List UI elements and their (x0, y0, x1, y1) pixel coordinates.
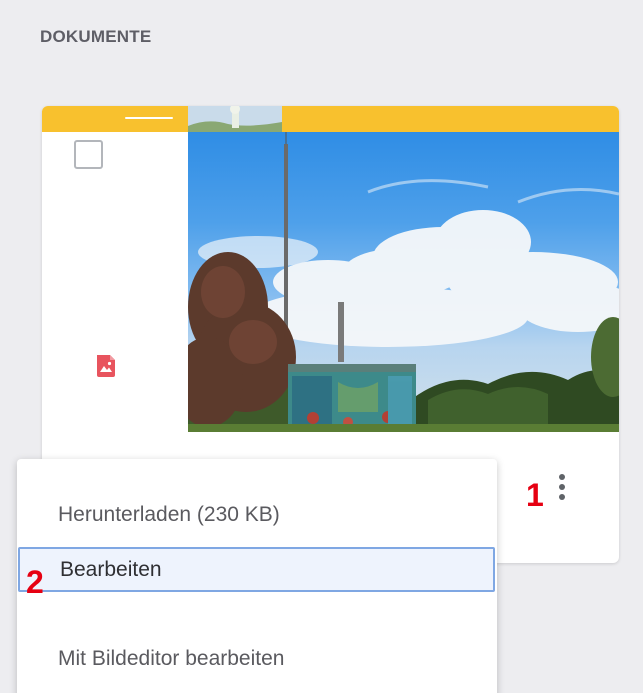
menu-item-download[interactable]: Herunterladen (230 KB) (17, 486, 497, 544)
card-sidebar (42, 132, 188, 432)
annotation-marker-2: 2 (26, 564, 44, 600)
annotation-marker-1: 1 (526, 477, 544, 513)
kebab-dot-icon (559, 494, 565, 500)
card-top-strip (42, 106, 619, 132)
document-thumbnail-image[interactable] (188, 132, 619, 432)
strip-thumbnail (188, 106, 282, 132)
menu-item-label: Mit Bildeditor bearbeiten (58, 647, 285, 670)
select-checkbox[interactable] (74, 140, 103, 169)
context-menu: Herunterladen (230 KB) Bearbeiten Mit Bi… (17, 459, 497, 693)
menu-item-label: Bearbeiten (60, 557, 162, 581)
kebab-dot-icon (559, 474, 565, 480)
menu-item-edit[interactable]: Bearbeiten (18, 547, 495, 592)
kebab-dot-icon (559, 484, 565, 490)
image-file-icon (94, 354, 118, 378)
strip-line (125, 117, 173, 119)
more-options-button[interactable] (548, 466, 576, 508)
section-title: DOKUMENTE (40, 27, 152, 46)
menu-item-image-editor[interactable]: Mit Bildeditor bearbeiten (17, 630, 497, 688)
menu-item-label: Herunterladen (230 KB) (58, 503, 280, 526)
document-page: DOKUMENTE 1 Herunterladen (230 KB) Bearb… (0, 0, 643, 693)
